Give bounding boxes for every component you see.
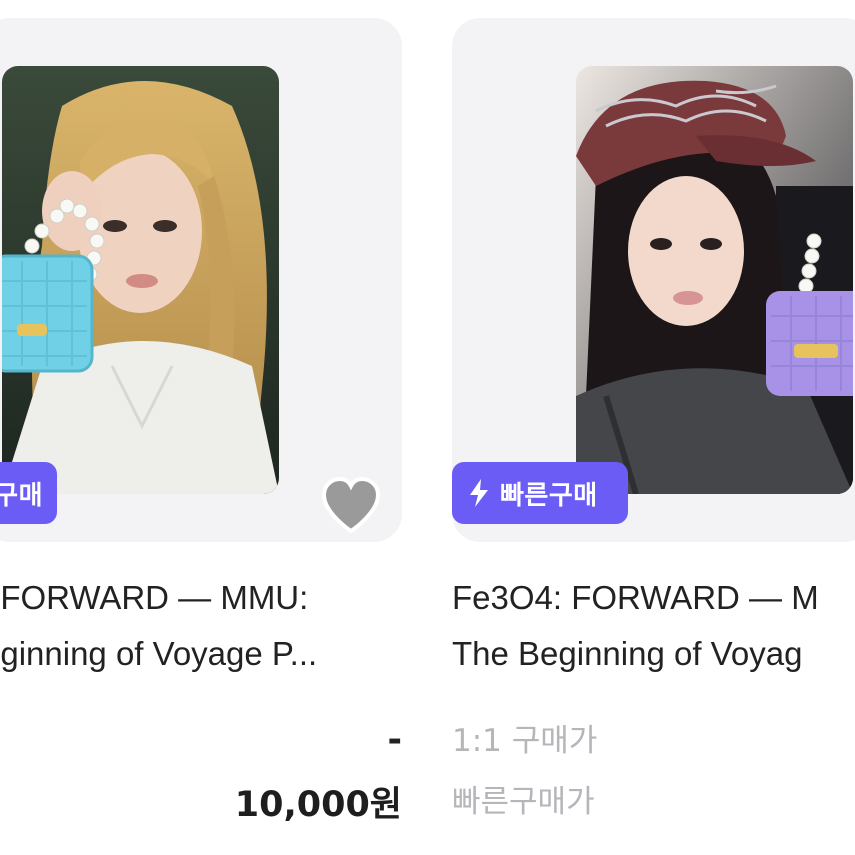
price-row-direct: 가 - <box>0 715 402 760</box>
product-thumbnail[interactable] <box>0 18 402 542</box>
price-row-direct: 1:1 구매가 <box>452 715 855 760</box>
price-label: 빠른구매가 <box>452 784 595 820</box>
price-value: 10,000원 <box>234 785 402 825</box>
badge-label: 구매 <box>0 480 43 511</box>
badge-label: 빠른구매 <box>500 480 598 511</box>
title-line-2: eginning of Voyage P... <box>0 635 318 672</box>
photocard-image <box>576 66 853 494</box>
photocard-image <box>2 66 279 494</box>
title-line-1: Fe3O4: FORWARD — M <box>452 579 819 616</box>
title-line-1: : FORWARD — MMU: <box>0 579 309 616</box>
price-row-quick: 빠른구매가 5, <box>452 776 855 821</box>
listing-grid: 구매 : FORWARD — MMU: eginning of Voyage P… <box>0 0 855 855</box>
title-line-2: The Beginning of Voyag <box>452 635 803 672</box>
product-card[interactable]: 구매 : FORWARD — MMU: eginning of Voyage P… <box>0 0 402 855</box>
product-title[interactable]: : FORWARD — MMU: eginning of Voyage P... <box>0 570 442 682</box>
lightning-bolt-icon <box>470 479 488 507</box>
price-label: 1:1 구매가 <box>452 723 598 759</box>
product-title[interactable]: Fe3O4: FORWARD — M The Beginning of Voya… <box>452 570 855 682</box>
price-row-quick: 매가 10,000원 <box>0 776 402 827</box>
quick-buy-badge: 빠른구매 <box>452 462 628 524</box>
price-value: - <box>387 720 402 760</box>
heart-icon[interactable] <box>318 473 384 539</box>
product-card[interactable]: 빠른구매 Fe3O4: FORWARD — M The Beginning of… <box>452 0 855 855</box>
price-label: 매가 <box>0 780 1 825</box>
quick-buy-badge: 구매 <box>0 462 57 524</box>
